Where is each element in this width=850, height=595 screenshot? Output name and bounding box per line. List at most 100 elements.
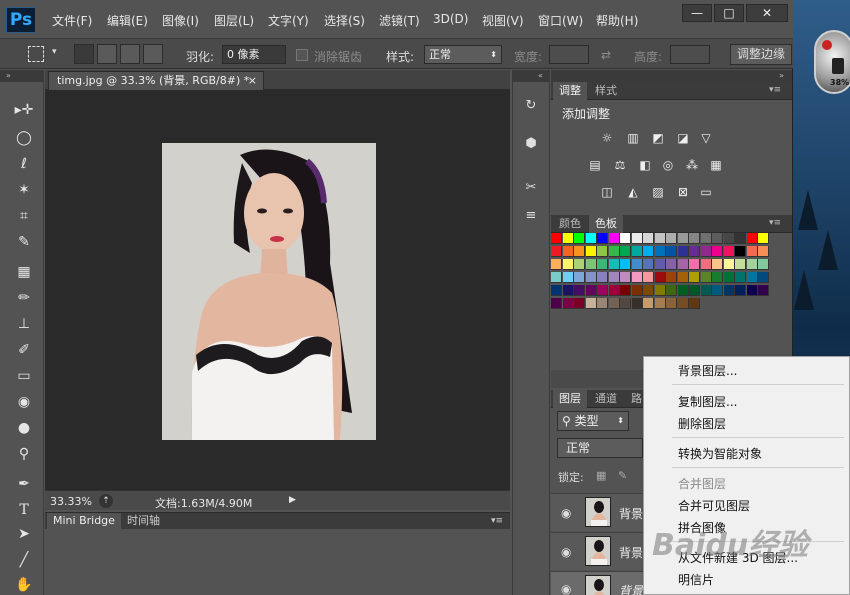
- tab-layers[interactable]: 图层: [553, 390, 587, 408]
- tab-timeline[interactable]: 时间轴: [121, 513, 166, 530]
- color-swatch[interactable]: [758, 285, 769, 296]
- color-swatch[interactable]: [758, 246, 769, 257]
- magic-wand-icon[interactable]: ✶: [12, 180, 36, 200]
- vibrance-icon[interactable]: ▽: [697, 130, 715, 146]
- photo-filter-icon[interactable]: ◎: [659, 157, 677, 173]
- color-swatch[interactable]: [643, 246, 654, 257]
- blend-mode-select[interactable]: 正常: [557, 438, 643, 458]
- lock-transparent-icon[interactable]: ▦: [596, 469, 606, 482]
- path-select-icon[interactable]: ➤: [12, 524, 36, 544]
- color-swatch[interactable]: [700, 259, 712, 270]
- color-swatch[interactable]: [574, 285, 585, 296]
- crop-tool-icon[interactable]: ⌗: [12, 206, 36, 226]
- color-swatch[interactable]: [700, 233, 712, 244]
- brush-panel-icon[interactable]: ✂: [520, 178, 542, 198]
- color-swatch[interactable]: [597, 298, 608, 309]
- color-swatch[interactable]: [677, 259, 689, 270]
- panel-menu-icon[interactable]: ▾≡: [763, 82, 787, 100]
- color-swatch[interactable]: [735, 233, 746, 244]
- menu-file[interactable]: 文件(F): [52, 12, 92, 29]
- color-swatch[interactable]: [620, 259, 631, 270]
- gradient-map-icon[interactable]: ▭: [697, 184, 715, 200]
- color-swatch[interactable]: [654, 298, 666, 309]
- color-swatch[interactable]: [723, 246, 735, 257]
- collapse-icon[interactable]: »: [551, 70, 792, 82]
- color-swatch[interactable]: [608, 298, 620, 309]
- add-selection-button[interactable]: [97, 44, 117, 64]
- type-tool-icon[interactable]: T: [12, 500, 36, 520]
- color-swatch[interactable]: [723, 272, 735, 283]
- menu-layer[interactable]: 图层(L): [214, 12, 254, 29]
- feather-input[interactable]: 0 像素: [222, 45, 286, 64]
- layer-name[interactable]: 背景: [619, 505, 643, 522]
- brush-tool-icon[interactable]: ✏: [12, 288, 36, 308]
- color-swatch[interactable]: [689, 233, 700, 244]
- color-swatch[interactable]: [712, 272, 723, 283]
- exposure-icon[interactable]: ◪: [674, 130, 692, 146]
- color-swatch[interactable]: [689, 298, 700, 309]
- minimize-button[interactable]: —: [682, 4, 712, 22]
- color-swatch[interactable]: [620, 285, 631, 296]
- color-swatch[interactable]: [654, 259, 666, 270]
- dodge-tool-icon[interactable]: ⚲: [12, 444, 36, 464]
- tab-adjustments[interactable]: 调整: [553, 82, 587, 100]
- color-swatch[interactable]: [631, 246, 643, 257]
- color-swatch[interactable]: [700, 285, 712, 296]
- black-white-icon[interactable]: ◧: [636, 157, 654, 173]
- color-swatch[interactable]: [723, 285, 735, 296]
- color-swatch[interactable]: [620, 298, 631, 309]
- color-swatch[interactable]: [551, 259, 562, 270]
- levels-icon[interactable]: ▥: [624, 130, 642, 146]
- color-swatch[interactable]: [654, 272, 666, 283]
- color-swatch[interactable]: [712, 233, 723, 244]
- color-swatch[interactable]: [666, 233, 677, 244]
- hue-saturation-icon[interactable]: ▤: [586, 157, 604, 173]
- width-input[interactable]: [549, 45, 589, 64]
- color-swatch[interactable]: [677, 298, 689, 309]
- color-swatch[interactable]: [689, 285, 700, 296]
- color-swatch[interactable]: [597, 233, 608, 244]
- color-swatch[interactable]: [597, 272, 608, 283]
- color-swatch[interactable]: [689, 272, 700, 283]
- properties-panel-icon[interactable]: ≡: [520, 206, 542, 226]
- menu-item-merge-visible[interactable]: 合并可见图层: [678, 497, 750, 514]
- color-swatch[interactable]: [700, 246, 712, 257]
- color-swatch[interactable]: [597, 285, 608, 296]
- chevron-down-icon[interactable]: ▾: [52, 47, 57, 57]
- height-input[interactable]: [670, 45, 710, 64]
- color-swatch[interactable]: [643, 285, 654, 296]
- close-button[interactable]: ✕: [746, 4, 788, 22]
- menu-3d[interactable]: 3D(D): [433, 12, 468, 26]
- color-swatch[interactable]: [562, 272, 574, 283]
- color-swatch[interactable]: [585, 233, 597, 244]
- blur-tool-icon[interactable]: ●: [12, 418, 36, 438]
- color-swatch[interactable]: [677, 285, 689, 296]
- lock-brush-icon[interactable]: ✎: [618, 469, 627, 482]
- color-swatch[interactable]: [608, 233, 620, 244]
- stamp-tool-icon[interactable]: ⊥: [12, 314, 36, 334]
- color-swatch[interactable]: [746, 259, 758, 270]
- layer-filter-select[interactable]: ⚲ 类型 ⬍: [557, 411, 629, 431]
- color-swatch[interactable]: [643, 298, 654, 309]
- tab-color[interactable]: 颜色: [553, 215, 587, 233]
- tab-swatches[interactable]: 色板: [589, 215, 623, 233]
- tab-channels[interactable]: 通道: [589, 390, 623, 408]
- pen-tool-icon[interactable]: ✒: [12, 474, 36, 494]
- color-swatch[interactable]: [562, 259, 574, 270]
- color-swatch[interactable]: [677, 272, 689, 283]
- color-swatch[interactable]: [712, 285, 723, 296]
- eraser-tool-icon[interactable]: ▭: [12, 366, 36, 386]
- color-swatch[interactable]: [735, 259, 746, 270]
- color-swatch[interactable]: [562, 246, 574, 257]
- color-swatch[interactable]: [574, 246, 585, 257]
- swap-icon[interactable]: ⇄: [601, 48, 611, 62]
- color-swatch[interactable]: [574, 233, 585, 244]
- color-lookup-icon[interactable]: ▦: [707, 157, 725, 173]
- line-tool-icon[interactable]: ╱: [12, 550, 36, 570]
- color-swatch[interactable]: [631, 285, 643, 296]
- subtract-selection-button[interactable]: [120, 44, 140, 64]
- color-swatch[interactable]: [723, 233, 735, 244]
- color-swatch[interactable]: [758, 272, 769, 283]
- color-swatch[interactable]: [746, 246, 758, 257]
- color-swatch[interactable]: [746, 272, 758, 283]
